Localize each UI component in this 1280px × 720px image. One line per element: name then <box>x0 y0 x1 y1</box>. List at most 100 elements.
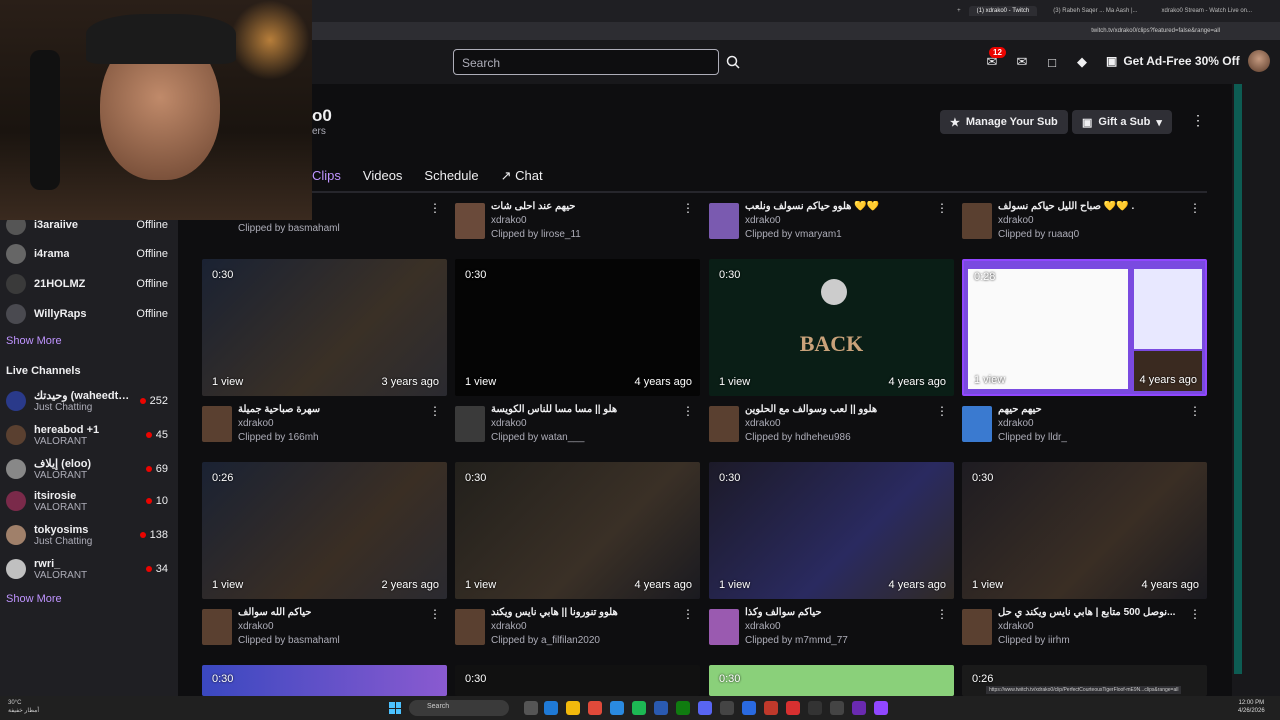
clip-thumbnail[interactable]: 0:30 <box>455 665 700 696</box>
channel-game: Just Chatting <box>34 535 93 547</box>
clock[interactable]: 12:00 PM 4/26/2026 <box>1238 699 1265 715</box>
file-explorer-icon[interactable] <box>566 701 580 715</box>
search-input[interactable]: Search <box>453 49 719 75</box>
clip-clipped-by: Clipped by 166mh <box>238 432 319 443</box>
new-tab-icon[interactable]: + <box>957 8 961 14</box>
clip-meta[interactable]: حيهم عند احلى شات xdrako0 Clipped by lir… <box>455 201 700 245</box>
steam-icon[interactable] <box>654 701 668 715</box>
sidebar-live-channel[interactable]: وحيدتك (waheedte... Just Chatting 252 <box>6 386 172 416</box>
user-avatar[interactable] <box>1248 50 1270 72</box>
sidebar-live-channel[interactable]: إيلاف (eloo) VALORANT 69 <box>6 454 172 484</box>
twitch-icon[interactable] <box>874 701 888 715</box>
sidebar-live-channel[interactable]: hereabod +1 VALORANT 45 <box>6 420 172 450</box>
sidebar-channel[interactable]: i4rama Offline <box>6 239 172 269</box>
clip-channel: xdrako0 <box>491 215 527 226</box>
thumbnail-text: BACK <box>799 331 864 356</box>
app-icon[interactable] <box>764 701 778 715</box>
more-options-icon[interactable]: ⋮ <box>682 607 694 621</box>
channel-name: i4rama <box>34 248 70 260</box>
channel-tabs: Clips Videos Schedule ↗ Chat <box>312 168 543 184</box>
spotify-icon[interactable] <box>632 701 646 715</box>
tab-chat[interactable]: ↗ Chat <box>501 168 543 184</box>
more-options-icon[interactable]: ⋮ <box>1189 404 1201 418</box>
edge-icon[interactable] <box>544 701 558 715</box>
app-icon[interactable] <box>830 701 844 715</box>
clip-thumbnail[interactable]: 0:26 1 view 2 years ago <box>202 462 447 599</box>
tab-chat-label: Chat <box>515 168 543 183</box>
tab-videos[interactable]: Videos <box>363 168 403 184</box>
clip-meta[interactable]: هلوو تنورونا || هابي نايس ويكند xdrako0 … <box>455 607 700 651</box>
more-options-icon[interactable]: ⋮ <box>429 201 441 215</box>
xbox-icon[interactable] <box>676 701 690 715</box>
clip-thumbnail[interactable]: 0:30 BACK 1 view 4 years ago <box>709 259 954 396</box>
tab-clips[interactable]: Clips <box>312 168 341 184</box>
app-icon[interactable] <box>852 701 866 715</box>
browser-tab[interactable]: (1) xdrako0 - Twitch <box>968 6 1038 16</box>
search-button[interactable] <box>720 49 746 75</box>
channel-name: rwri_ <box>34 557 61 570</box>
clip-meta[interactable]: هلوو حياكم نسولف ونلعب 💛💛 xdrako0 Clippe… <box>709 201 954 245</box>
clip-meta[interactable]: حيهم حيهم xdrako0 Clipped by lldr_ ⋮ <box>962 404 1207 448</box>
ad-free-label: Get Ad-Free 30% Off <box>1123 54 1240 68</box>
whispers-icon[interactable]: □ <box>1044 54 1060 70</box>
more-options-icon[interactable]: ⋮ <box>429 607 441 621</box>
browser-tab[interactable]: (3) Rabeh Saqer ... Ma Aash |... <box>1045 6 1145 16</box>
sidebar-channel[interactable]: 21HOLMZ Offline <box>6 269 172 299</box>
sidebar-live-channel[interactable]: rwri_ VALORANT 34 <box>6 554 172 584</box>
clip-meta[interactable]: حياكم الله سوالف xdrako0 Clipped by basm… <box>202 607 447 651</box>
clip-thumbnail[interactable]: 0:30 1 view 4 years ago <box>455 462 700 599</box>
weather-widget[interactable]: 30°C أمطار خفيفة <box>8 699 39 715</box>
clip-meta[interactable]: نوصل 500 متابع | هابي نايس ويكند ي حل...… <box>962 607 1207 651</box>
discord-icon[interactable] <box>698 701 712 715</box>
clip-thumbnail[interactable]: 0:30 1 view 3 years ago <box>202 259 447 396</box>
clip-duration: 0:30 <box>972 472 994 484</box>
task-view-icon[interactable] <box>524 701 538 715</box>
sidebar-live-channel[interactable]: itsirosie VALORANT 10 <box>6 486 172 516</box>
clip-clipped-by: Clipped by m7mmd_77 <box>745 635 848 646</box>
more-options-icon[interactable]: ⋮ <box>429 404 441 418</box>
app-icon[interactable] <box>808 701 822 715</box>
ad-free-button[interactable]: ▣ Get Ad-Free 30% Off <box>1106 54 1240 68</box>
clip-thumbnail[interactable]: 0:30 1 view 4 years ago <box>962 462 1207 599</box>
app-icon[interactable] <box>720 701 734 715</box>
telegram-icon[interactable] <box>610 701 624 715</box>
more-options-icon[interactable]: ⋮ <box>936 404 948 418</box>
clip-thumbnail[interactable]: 0:30 <box>709 665 954 696</box>
clip-meta[interactable]: هلو || مسا مسا للناس الكويسة xdrako0 Cli… <box>455 404 700 448</box>
clip-meta[interactable]: صباح الليل حياكم نسولف 💛💛 . xdrako0 Clip… <box>962 201 1207 245</box>
clip-clipped-by: Clipped by lldr_ <box>998 432 1067 443</box>
clip-meta[interactable]: هلوو || لعب وسوالف مع الحلوين xdrako0 Cl… <box>709 404 954 448</box>
avatar <box>962 406 992 442</box>
clip-meta[interactable]: سهرة صباحية جميلة xdrako0 Clipped by 166… <box>202 404 447 448</box>
youtube-icon[interactable] <box>786 701 800 715</box>
bits-icon[interactable]: ◆ <box>1074 54 1090 70</box>
more-options-icon[interactable]: ⋮ <box>1189 201 1201 215</box>
show-more-link[interactable]: Show More <box>6 593 62 605</box>
more-options-icon[interactable]: ⋮ <box>936 201 948 215</box>
sidebar-live-channel[interactable]: tokyosims Just Chatting 138 <box>6 520 172 550</box>
clip-meta[interactable]: حياكم سوالف وكذا xdrako0 Clipped by m7mm… <box>709 607 954 651</box>
clip-thumbnail[interactable]: 0:28 1 view 4 years ago <box>962 259 1207 396</box>
avatar <box>6 525 26 545</box>
show-more-link[interactable]: Show More <box>6 335 62 347</box>
gift-sub-button[interactable]: ▣ Gift a Sub ▾ <box>1072 110 1172 134</box>
taskbar-search[interactable]: Search <box>409 700 509 716</box>
more-options-icon[interactable]: ⋮ <box>682 404 694 418</box>
more-options-icon[interactable]: ⋮ <box>936 607 948 621</box>
windows-start-icon[interactable] <box>389 702 401 714</box>
inbox-icon[interactable]: ✉ <box>1014 54 1030 70</box>
sidebar-channel[interactable]: WillyRaps Offline <box>6 299 172 329</box>
chrome-icon[interactable] <box>588 701 602 715</box>
more-options-icon[interactable]: ⋮ <box>682 201 694 215</box>
more-options-icon[interactable]: ⋮ <box>1189 607 1201 621</box>
clip-thumbnail[interactable]: 0:30 1 view 4 years ago <box>455 259 700 396</box>
more-options-icon[interactable]: ⋮ <box>1191 112 1205 129</box>
clip-views: 1 view <box>972 579 1004 591</box>
scrollbar[interactable] <box>1234 84 1242 674</box>
clip-thumbnail[interactable]: 0:30 1 view 4 years ago <box>709 462 954 599</box>
manage-sub-button[interactable]: ★ Manage Your Sub <box>940 110 1068 134</box>
app-icon[interactable] <box>742 701 756 715</box>
tab-schedule[interactable]: Schedule <box>424 168 478 184</box>
browser-tab[interactable]: xdrako0 Stream - Watch Live on... <box>1154 6 1260 16</box>
clip-thumbnail[interactable]: 0:30 <box>202 665 447 696</box>
